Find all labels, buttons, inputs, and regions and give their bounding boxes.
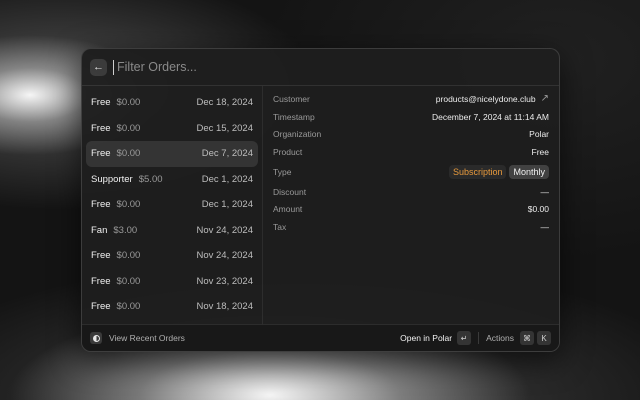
order-row[interactable]: Free $0.00 Dec 7, 2024	[86, 141, 258, 167]
footer-divider	[478, 332, 480, 344]
order-plan: Fan	[91, 224, 108, 236]
action-bar: View Recent Orders Open in Polar ↵ Actio…	[82, 324, 559, 351]
detail-row-product: Product Free	[273, 143, 549, 161]
customer-label: Customer	[273, 93, 310, 104]
detail-row-type: Type Subscription Monthly	[273, 161, 549, 183]
k-key-icon: K	[537, 331, 551, 345]
product-value: Free	[531, 146, 549, 157]
order-row[interactable]: Supporter $5.00 Dec 1, 2024	[86, 167, 258, 193]
view-recent-orders-button[interactable]: View Recent Orders	[109, 333, 185, 343]
enter-key-icon: ↵	[457, 331, 472, 345]
filter-orders-input[interactable]	[113, 59, 559, 75]
order-plan: Free	[91, 199, 111, 211]
order-plan: Free	[91, 250, 111, 262]
order-price: $0.00	[116, 199, 141, 211]
amount-value: $0.00	[527, 204, 549, 215]
order-plan: Free	[91, 122, 111, 134]
order-row[interactable]: Fan $3.00 Nov 24, 2024	[86, 218, 258, 244]
orders-window: ← Free $0.00 Dec 18, 2024 Free $0.00 Dec 15, …	[81, 48, 560, 352]
order-row[interactable]: Free $0.00 Dec 15, 2024	[86, 116, 258, 142]
arrow-up-right-icon[interactable]: ↗	[541, 93, 549, 104]
orders-list: Free $0.00 Dec 18, 2024 Free $0.00 Dec 15, 20…	[82, 86, 263, 326]
detail-row-tax: Tax —	[273, 218, 549, 236]
order-price: $3.00	[113, 224, 138, 236]
product-label: Product	[273, 146, 303, 157]
tax-value: —	[540, 221, 550, 232]
order-row[interactable]: Free $0.00 Nov 24, 2024	[86, 243, 258, 269]
open-in-polar-button[interactable]: Open in Polar	[400, 333, 452, 343]
order-plan: Free	[91, 148, 111, 160]
order-date: Dec 1, 2024	[201, 173, 253, 185]
order-date: Nov 18, 2024	[196, 301, 253, 313]
order-price: $0.00	[116, 148, 141, 160]
detail-row-amount: Amount $0.00	[273, 200, 549, 218]
amount-label: Amount	[273, 204, 303, 215]
order-date: Nov 23, 2024	[196, 275, 253, 287]
order-row[interactable]: Free $0.00 Nov 23, 2024	[86, 269, 258, 295]
polar-logo-icon	[90, 332, 102, 344]
type-tags: Subscription Monthly	[446, 164, 549, 179]
order-price: $0.00	[116, 97, 141, 109]
order-plan: Free	[91, 97, 111, 109]
order-price: $5.00	[138, 173, 163, 185]
back-button[interactable]: ←	[90, 58, 107, 76]
customer-email: products@nicelydone.club	[435, 93, 536, 104]
organization-label: Organization	[273, 129, 322, 140]
monthly-tag: Monthly	[509, 164, 549, 179]
actions-button[interactable]: Actions	[486, 333, 514, 343]
timestamp-value: December 7, 2024 at 11:14 AM	[431, 111, 549, 122]
main-content: Free $0.00 Dec 18, 2024 Free $0.00 Dec 15, 20…	[82, 86, 559, 326]
order-date: Dec 15, 2024	[196, 122, 253, 134]
arrow-left-icon: ←	[93, 61, 104, 73]
order-row[interactable]: Free $0.00 Dec 1, 2024	[86, 192, 258, 218]
discount-value: —	[540, 186, 550, 197]
order-date: Dec 7, 2024	[201, 148, 253, 160]
order-price: $0.00	[116, 250, 141, 262]
order-date: Nov 24, 2024	[196, 224, 253, 236]
order-price: $0.00	[116, 275, 141, 287]
subscription-tag: Subscription	[448, 164, 507, 179]
tax-label: Tax	[273, 221, 287, 232]
order-detail-panel: Customer products@nicelydone.club ↗ Time…	[263, 86, 559, 326]
detail-row-discount: Discount —	[273, 183, 549, 201]
order-price: $0.00	[116, 122, 141, 134]
detail-row-timestamp: Timestamp December 7, 2024 at 11:14 AM	[273, 108, 549, 126]
order-plan: Free	[91, 275, 111, 287]
discount-label: Discount	[273, 186, 307, 197]
timestamp-label: Timestamp	[273, 111, 315, 122]
order-date: Dec 18, 2024	[196, 97, 253, 109]
order-plan: Supporter	[91, 173, 133, 185]
order-row[interactable]: Free $0.00 Dec 18, 2024	[86, 90, 258, 116]
customer-value[interactable]: products@nicelydone.club ↗	[436, 93, 549, 104]
order-price: $0.00	[116, 301, 141, 313]
order-date: Nov 24, 2024	[196, 250, 253, 262]
organization-value: Polar	[529, 129, 549, 140]
order-row[interactable]: Free $0.00 Nov 18, 2024	[86, 294, 258, 320]
command-key-icon: ⌘	[520, 331, 534, 345]
search-bar: ←	[82, 49, 559, 86]
order-date: Dec 1, 2024	[201, 199, 253, 211]
type-label: Type	[273, 166, 292, 177]
footer-actions: Open in Polar ↵ Actions ⌘ K	[400, 331, 551, 345]
detail-row-organization: Organization Polar	[273, 125, 549, 143]
detail-row-customer: Customer products@nicelydone.club ↗	[273, 90, 549, 108]
order-plan: Free	[91, 301, 111, 313]
